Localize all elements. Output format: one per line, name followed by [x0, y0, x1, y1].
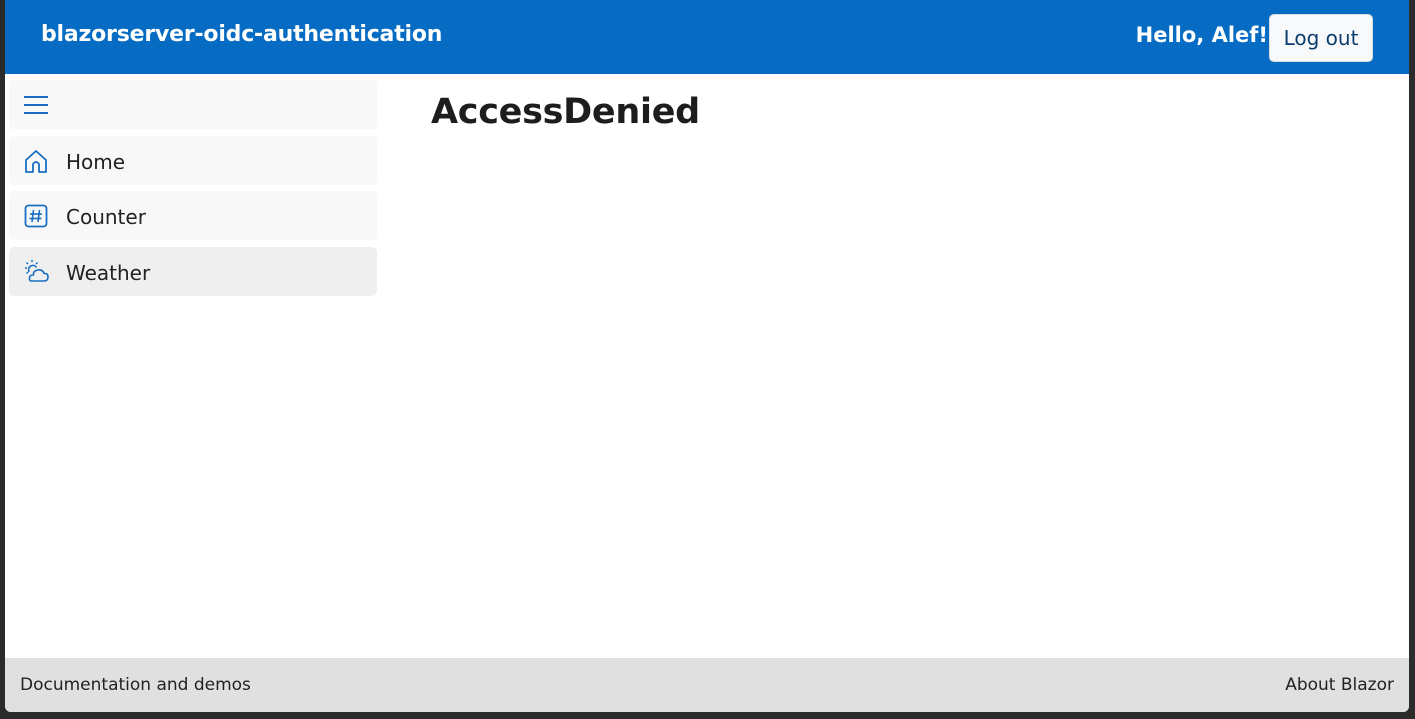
- house-icon: [25, 150, 47, 173]
- nav-toggle-button[interactable]: [9, 80, 377, 129]
- sidebar-item-counter[interactable]: Counter: [9, 191, 377, 240]
- hash-square-icon: [24, 204, 48, 228]
- user-greeting: Hello, Alef!: [1135, 23, 1268, 47]
- app-window: blazorserver-oidc-authentication Hello, …: [5, 0, 1409, 712]
- page-title: AccessDenied: [431, 92, 700, 132]
- sidebar-item-label: Home: [66, 150, 126, 174]
- top-bar: blazorserver-oidc-authentication Hello, …: [5, 0, 1409, 74]
- sidebar-item-weather[interactable]: Weather: [9, 247, 377, 296]
- documentation-link[interactable]: Documentation and demos: [20, 675, 251, 695]
- about-blazor-link[interactable]: About Blazor: [1285, 675, 1394, 695]
- footer-bar: Documentation and demos About Blazor: [5, 658, 1409, 712]
- app-title[interactable]: blazorserver-oidc-authentication: [41, 22, 442, 47]
- sidebar-item-label: Counter: [66, 205, 146, 229]
- sidebar-item-home[interactable]: Home: [9, 136, 377, 185]
- logout-button[interactable]: Log out: [1269, 14, 1373, 62]
- sidebar-nav: Home Counter Weather: [5, 74, 381, 658]
- cloud-sun-icon: [25, 260, 49, 282]
- sidebar-item-label: Weather: [66, 261, 151, 285]
- hamburger-menu-icon: [24, 96, 48, 114]
